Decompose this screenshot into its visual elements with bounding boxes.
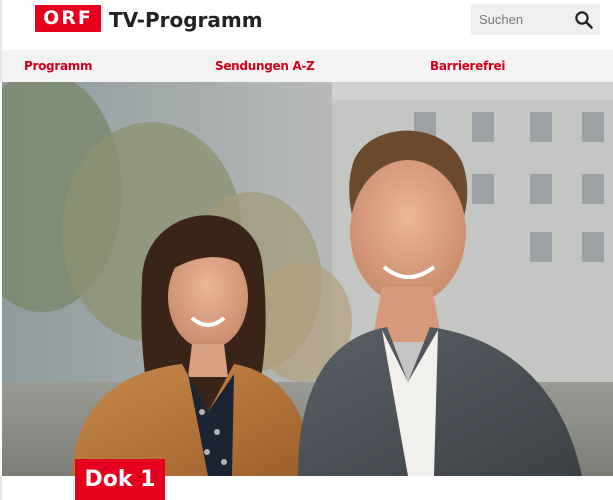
main-nav: Programm Sendungen A-Z Barrierefrei [0,50,613,82]
search-button[interactable] [574,10,594,30]
nav-item-programm[interactable]: Programm [24,58,92,74]
orf-logo[interactable]: ORF [35,5,101,32]
page-title[interactable]: TV-Programm [109,8,263,32]
hero-photo [2,82,613,476]
hero-image[interactable] [2,82,613,476]
orf-logo-text: ORF [43,7,93,29]
nav-item-barrierefrei[interactable]: Barrierefrei [430,58,505,74]
channel-badge-label: Dok 1 [84,466,156,492]
search-icon [575,11,593,29]
search-input[interactable] [471,4,571,35]
nav-item-sendungen-a-z[interactable]: Sendungen A-Z [215,58,315,74]
site-header: ORF TV-Programm [0,0,613,50]
search-box [471,4,600,35]
channel-badge[interactable]: Dok 1 [75,459,165,500]
